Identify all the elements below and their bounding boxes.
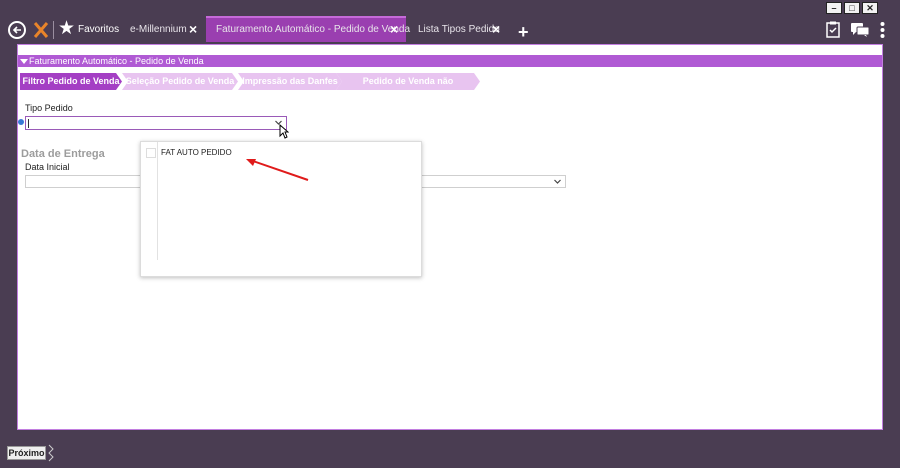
- more-vertical-icon[interactable]: [880, 22, 885, 41]
- tab-lista-tipos-pedido[interactable]: Lista Tipos Pedido ×: [410, 16, 510, 42]
- clipboard-check-icon[interactable]: [826, 21, 840, 41]
- annotation-arrow: [246, 159, 309, 181]
- title-bar: – □ ✕ ★ Favoritos e-Millennium × Faturam…: [0, 0, 900, 44]
- close-tab-icon[interactable]: ×: [390, 21, 398, 37]
- data-inicial-label: Data Inicial: [25, 162, 70, 172]
- panel-header[interactable]: Faturamento Automático - Pedido de Venda: [18, 55, 882, 67]
- option-checkbox[interactable]: [146, 148, 156, 158]
- minimize-button[interactable]: –: [826, 2, 842, 14]
- resize-grip-icon[interactable]: [48, 444, 55, 462]
- next-button[interactable]: Próximo: [7, 446, 46, 460]
- tab-label: e-Millennium: [130, 24, 187, 35]
- close-tab-icon[interactable]: ×: [492, 21, 500, 37]
- chat-icon[interactable]: [851, 23, 870, 41]
- tipo-pedido-label: Tipo Pedido: [25, 103, 73, 113]
- footer-bar: [0, 436, 900, 468]
- wizard-step-filtro[interactable]: Filtro Pedido de Venda: [20, 73, 122, 90]
- wizard-step-label: Impressão das Danfes: [242, 76, 338, 86]
- wizard-step-selecao[interactable]: Seleção Pedido de Venda: [122, 73, 238, 90]
- close-tab-icon[interactable]: ×: [189, 21, 197, 37]
- section-data-entrega: Data de Entrega: [21, 148, 105, 160]
- collapse-triangle-icon[interactable]: [20, 59, 28, 64]
- text-cursor: [28, 119, 29, 128]
- close-button[interactable]: ✕: [862, 2, 878, 14]
- tab-e-millennium[interactable]: e-Millennium ×: [122, 16, 206, 42]
- info-icon: [18, 119, 24, 125]
- chevron-down-icon[interactable]: [554, 178, 561, 185]
- plus-icon[interactable]: +: [518, 23, 529, 41]
- dropdown-divider: [157, 142, 158, 260]
- mouse-cursor-icon: [279, 124, 289, 139]
- tab-faturamento-automatico[interactable]: Faturamento Automático - Pedido de Venda…: [206, 16, 410, 42]
- millennium-logo-icon[interactable]: [33, 21, 49, 39]
- header-divider: [53, 21, 54, 39]
- option-label: FAT AUTO PEDIDO: [161, 148, 232, 157]
- back-arrow-circle-icon[interactable]: [8, 21, 26, 39]
- wizard-step-nao-processado[interactable]: Pedido de Venda não Processado: [336, 73, 480, 103]
- panel-title: Faturamento Automático - Pedido de Venda: [29, 56, 204, 66]
- wizard-step-impressao[interactable]: Impressão das Danfes: [238, 73, 342, 90]
- wizard-step-label: Seleção Pedido de Venda: [125, 76, 235, 86]
- tab-label: Lista Tipos Pedido: [418, 24, 500, 35]
- tab-label: Faturamento Automático - Pedido de Venda: [216, 24, 411, 35]
- star-icon[interactable]: ★: [58, 18, 75, 40]
- tipo-pedido-combobox[interactable]: [25, 116, 287, 130]
- favorites-label[interactable]: Favoritos: [78, 24, 119, 35]
- maximize-button[interactable]: □: [844, 2, 860, 14]
- wizard-step-label: Filtro Pedido de Venda: [22, 76, 120, 86]
